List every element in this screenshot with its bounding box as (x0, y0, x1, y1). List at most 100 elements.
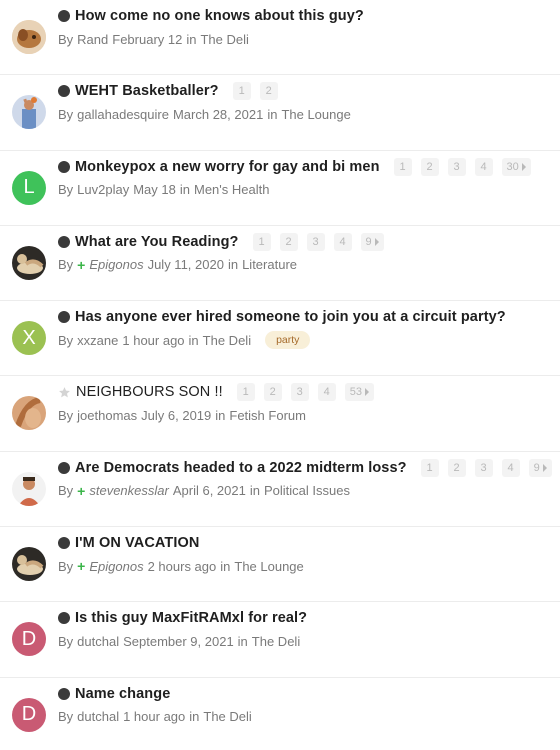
topic-title[interactable]: NEIGHBOURS SON !! (76, 384, 223, 400)
topic-title[interactable]: Is this guy MaxFitRAMxl for real? (75, 610, 307, 626)
topic-forum[interactable]: Literature (242, 257, 297, 272)
topic-forum[interactable]: Men's Health (194, 182, 269, 197)
topic-list: How come no one knows about this guy? By… (0, 0, 560, 750)
by-label: By (58, 182, 74, 198)
letter-avatar[interactable]: X (12, 321, 46, 356)
topic-title[interactable]: Has anyone ever hired someone to join yo… (75, 309, 506, 325)
topic-row[interactable]: How come no one knows about this guy? By… (0, 0, 560, 76)
last-page-link[interactable]: 53 (344, 383, 374, 402)
topic-row[interactable]: What are You Reading? 1 2 3 4 9 By + Epi… (0, 226, 560, 302)
topic-forum[interactable]: The Deli (203, 333, 251, 348)
unread-dot-icon (58, 160, 70, 173)
by-label: By (58, 558, 74, 574)
topic-forum[interactable]: The Deli (203, 709, 251, 724)
by-label: By (58, 407, 74, 423)
last-page-link[interactable]: 30 (501, 157, 531, 176)
topic-forum[interactable]: The Deli (252, 634, 300, 649)
topic-forum[interactable]: The Lounge (281, 107, 350, 122)
last-page-link[interactable]: 9 (528, 458, 552, 477)
topic-author[interactable]: Epigonos (89, 559, 143, 574)
topic-title[interactable]: Name change (75, 686, 170, 702)
page-link[interactable]: 1 (420, 458, 439, 477)
tan-photo-avatar[interactable] (12, 396, 46, 431)
reclining-figure-avatar[interactable] (12, 245, 46, 280)
pagination: 1 2 3 4 53 (236, 383, 383, 402)
in-label: in (179, 182, 190, 198)
plus-member-icon: + (77, 256, 86, 273)
page-link[interactable]: 3 (290, 383, 309, 402)
topic-forum[interactable]: The Lounge (234, 559, 303, 574)
page-link[interactable]: 2 (263, 383, 282, 402)
topic-author[interactable]: dutchal (77, 634, 119, 649)
topic-author[interactable]: dutchal (77, 709, 119, 724)
reclining-figure-avatar[interactable] (12, 547, 46, 582)
basketball-player-avatar[interactable] (12, 95, 46, 130)
page-link[interactable]: 3 (306, 232, 325, 251)
page-link[interactable]: 2 (447, 458, 466, 477)
topic-row[interactable]: D Name change By dutchal 1 hour ago in T… (0, 678, 560, 750)
topic-title[interactable]: How come no one knows about this guy? (75, 8, 364, 24)
topic-row[interactable]: D Is this guy MaxFitRAMxl for real? By d… (0, 602, 560, 678)
topic-author[interactable]: gallahadesquire (77, 107, 169, 122)
pagination: 1 2 3 4 9 (420, 458, 560, 477)
chevron-right-icon (364, 388, 369, 397)
page-link[interactable]: 3 (474, 458, 493, 477)
star-icon[interactable] (58, 386, 71, 399)
topic-author[interactable]: Luv2play (77, 182, 129, 197)
page-link[interactable]: 1 (232, 82, 251, 101)
by-label: By (58, 633, 74, 649)
unread-dot-icon (58, 85, 70, 98)
letter-avatar[interactable]: D (12, 697, 46, 732)
topic-title[interactable]: WEHT Basketballer? (75, 83, 219, 99)
topic-tag[interactable]: party (265, 331, 311, 350)
topic-forum[interactable]: Political Issues (264, 483, 350, 498)
topic-row[interactable]: NEIGHBOURS SON !! 1 2 3 4 53 By joethoma… (0, 376, 560, 452)
letter-avatar[interactable]: L (12, 170, 46, 205)
page-link[interactable]: 4 (317, 383, 336, 402)
page-link[interactable]: 2 (420, 157, 439, 176)
topic-forum[interactable]: Fetish Forum (229, 408, 306, 423)
topic-author[interactable]: Epigonos (89, 257, 143, 272)
page-link[interactable]: 1 (236, 383, 255, 402)
topic-row[interactable]: L Monkeypox a new worry for gay and bi m… (0, 151, 560, 226)
by-label: By (58, 31, 74, 47)
topic-date: 1 hour ago (123, 709, 186, 725)
topic-author[interactable]: stevenkesslar (89, 483, 168, 498)
topic-author[interactable]: Rand (77, 32, 108, 47)
topic-author[interactable]: xxzane (77, 333, 118, 348)
dog-photo-avatar[interactable] (12, 20, 46, 54)
topic-date: February 12 (112, 31, 183, 47)
topic-title[interactable]: What are You Reading? (75, 234, 239, 250)
page-link[interactable]: 2 (279, 232, 298, 251)
topic-forum[interactable]: The Deli (200, 32, 248, 47)
by-label: By (58, 709, 74, 725)
unread-dot-icon (58, 537, 70, 550)
topic-row[interactable]: X Has anyone ever hired someone to join … (0, 301, 560, 377)
topic-date: 2 hours ago (147, 558, 217, 574)
plus-member-icon: + (77, 482, 86, 499)
page-link[interactable]: 4 (333, 232, 352, 251)
page-link[interactable]: 3 (447, 157, 466, 176)
topic-title[interactable]: Monkeypox a new worry for gay and bi men (75, 159, 380, 175)
last-page-link[interactable]: 9 (360, 232, 384, 251)
topic-row[interactable]: I'M ON VACATION By + Epigonos 2 hours ag… (0, 527, 560, 603)
page-link[interactable]: 1 (393, 157, 412, 176)
unread-dot-icon (58, 10, 70, 22)
page-link[interactable]: 2 (259, 82, 278, 101)
topic-author[interactable]: joethomas (77, 408, 137, 423)
page-link[interactable]: 4 (474, 157, 493, 176)
page-link[interactable]: 1 (252, 232, 271, 251)
topic-date: 1 hour ago (122, 332, 185, 348)
topic-row[interactable]: Are Democrats headed to a 2022 midterm l… (0, 452, 560, 528)
in-label: in (220, 558, 231, 574)
topic-title[interactable]: Are Democrats headed to a 2022 midterm l… (75, 460, 407, 476)
chevron-right-icon (542, 463, 547, 472)
topic-title[interactable]: I'M ON VACATION (75, 535, 199, 551)
page-link[interactable]: 4 (501, 458, 520, 477)
in-label: in (267, 106, 278, 122)
topic-date: May 18 (133, 182, 176, 198)
topic-row[interactable]: WEHT Basketballer? 1 2 By gallahadesquir… (0, 75, 560, 151)
man-photo-avatar[interactable] (12, 471, 46, 506)
by-label: By (58, 106, 74, 122)
letter-avatar[interactable]: D (12, 622, 46, 657)
